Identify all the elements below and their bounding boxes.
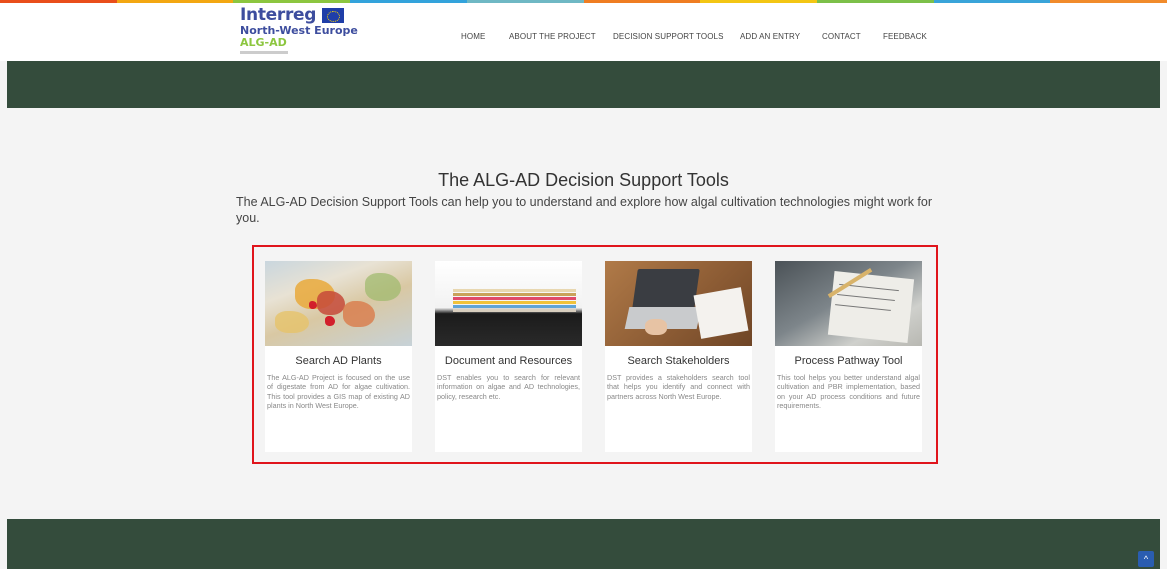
card-title: Search AD Plants (295, 355, 382, 367)
nav-contact[interactable]: CONTACT (822, 32, 861, 41)
site-header: Interreg North-West Europe ALG-AD HOME A… (0, 3, 1167, 61)
laptop-screen (632, 269, 700, 309)
europe-map-image (265, 261, 412, 346)
map-region (365, 273, 401, 301)
nav-home[interactable]: HOME (461, 32, 485, 41)
paper-layer (453, 309, 576, 312)
nav-decision-support-tools[interactable]: DECISION SUPPORT TOOLS (613, 32, 724, 41)
card-description: The ALG-AD Project is focused on the use… (267, 373, 410, 411)
paper-layer (453, 301, 576, 304)
paper-layer (453, 305, 576, 308)
card-description: DST enables you to search for relevant i… (437, 373, 580, 401)
card-title: Search Stakeholders (627, 355, 730, 367)
paper-layer (453, 289, 576, 292)
eu-flag-icon (322, 8, 344, 23)
card-description: This tool helps you better understand al… (777, 373, 920, 411)
card-description: DST provides a stakeholders search tool … (607, 373, 750, 401)
nav-add-an-entry[interactable]: ADD AN ENTRY (740, 32, 800, 41)
paper-layer (453, 293, 576, 296)
logo-tagline (240, 51, 288, 54)
tool-card-document-and-resources[interactable]: Document and Resources DST enables you t… (435, 261, 582, 452)
tool-card-search-ad-plants[interactable]: Search AD Plants The ALG-AD Project is f… (265, 261, 412, 452)
paper-layer (453, 297, 576, 300)
nav-feedback[interactable]: FEEDBACK (883, 32, 927, 41)
page-banner (7, 61, 1160, 108)
paper-sheet (693, 287, 749, 339)
laptop-image (605, 261, 752, 346)
hand (645, 319, 667, 335)
logo-brand: Interreg (240, 5, 317, 25)
logo-project: ALG-AD (240, 36, 287, 49)
map-region (275, 311, 309, 333)
map-region (317, 291, 345, 315)
map-region (343, 301, 375, 327)
nav-about-the-project[interactable]: ABOUT THE PROJECT (509, 32, 596, 41)
map-pin (325, 316, 335, 326)
page-footer (7, 519, 1160, 569)
page-intro: The ALG-AD Decision Support Tools can he… (236, 195, 933, 225)
tool-card-process-pathway-tool[interactable]: Process Pathway Tool This tool helps you… (775, 261, 922, 452)
chevron-up-icon: ^ (1143, 554, 1149, 564)
notebook-image (775, 261, 922, 346)
map-pin (309, 301, 317, 309)
document-stack-image (435, 261, 582, 346)
card-title: Process Pathway Tool (794, 355, 903, 367)
page-title: The ALG-AD Decision Support Tools (438, 170, 729, 190)
site-logo[interactable]: Interreg North-West Europe ALG-AD (240, 7, 370, 61)
scroll-to-top-button[interactable]: ^ (1138, 551, 1154, 567)
tool-card-search-stakeholders[interactable]: Search Stakeholders DST provides a stake… (605, 261, 752, 452)
card-title: Document and Resources (444, 355, 573, 367)
